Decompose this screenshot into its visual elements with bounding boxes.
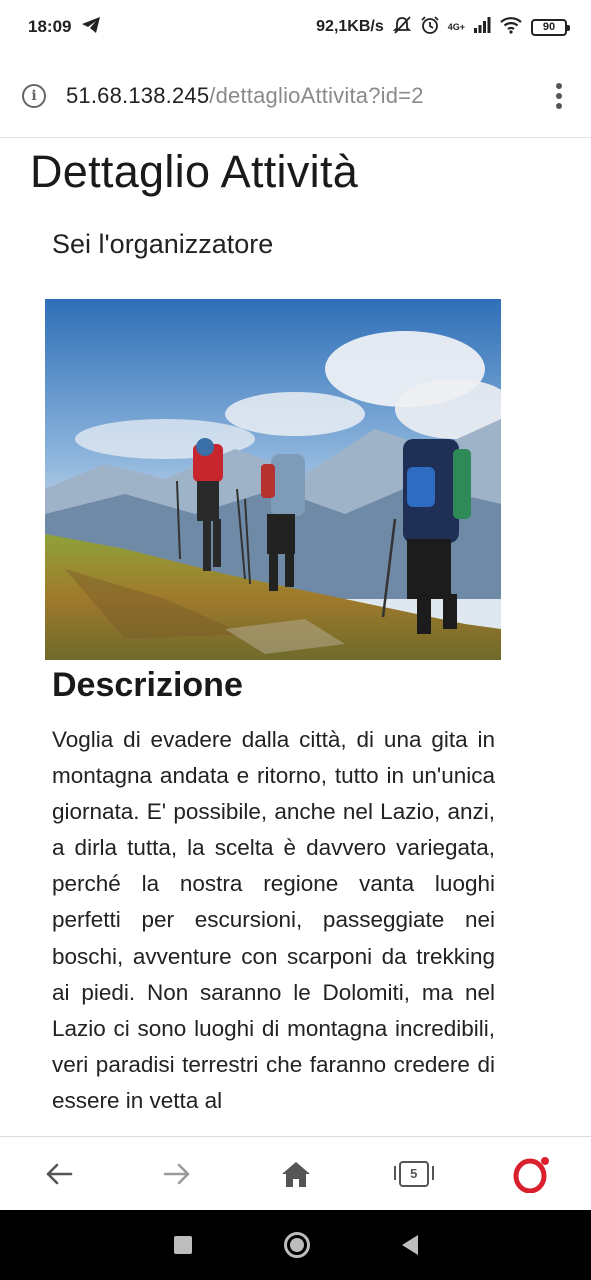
- net-speed: 92,1KB/s: [316, 18, 384, 35]
- menu-icon[interactable]: [549, 81, 569, 111]
- page-title: Dettaglio Attività: [30, 146, 359, 197]
- tabs-icon[interactable]: 5: [393, 1155, 434, 1193]
- url-bar: i 51.68.138.245/dettaglioAttivita?id=2: [0, 54, 591, 138]
- mute-icon: [392, 15, 412, 40]
- battery-icon: 90: [531, 18, 570, 36]
- android-nav-bar: [0, 1210, 591, 1280]
- status-bar: 18:09 92,1KB/s 4G+ 90: [0, 0, 591, 54]
- back-icon[interactable]: [40, 1155, 78, 1193]
- net-type: 4G+: [447, 21, 465, 32]
- description-heading: Descrizione: [52, 666, 243, 704]
- status-time: 18:09: [28, 17, 72, 36]
- battery-level: 90: [542, 21, 556, 33]
- url-host: 51.68.138.245: [66, 82, 210, 108]
- wifi-icon: [499, 16, 523, 39]
- description-text: Voglia di evadere dalla città, di una gi…: [52, 727, 495, 1113]
- info-icon[interactable]: i: [22, 83, 46, 108]
- home-circle-icon[interactable]: [283, 1232, 310, 1258]
- alarm-icon: [420, 15, 440, 40]
- address-field[interactable]: 51.68.138.245/dettaglioAttivita?id=2: [66, 83, 424, 109]
- page-content: Dettaglio Attività Sei l'organizzatore D…: [0, 138, 591, 1136]
- browser-toolbar: 5: [0, 1136, 591, 1210]
- organizer-label: Sei l'organizzatore: [52, 229, 274, 259]
- tab-count: 5: [410, 1166, 418, 1181]
- opera-icon[interactable]: [513, 1155, 551, 1193]
- back-triangle-icon[interactable]: [401, 1235, 418, 1255]
- recents-icon[interactable]: [173, 1236, 192, 1254]
- telegram-icon: [81, 16, 101, 39]
- activity-image: [45, 299, 501, 660]
- url-path: /dettaglioAttivita?id=2: [209, 82, 424, 108]
- home-icon[interactable]: [277, 1155, 315, 1193]
- forward-icon[interactable]: [158, 1155, 196, 1193]
- signal-icon: [473, 16, 491, 39]
